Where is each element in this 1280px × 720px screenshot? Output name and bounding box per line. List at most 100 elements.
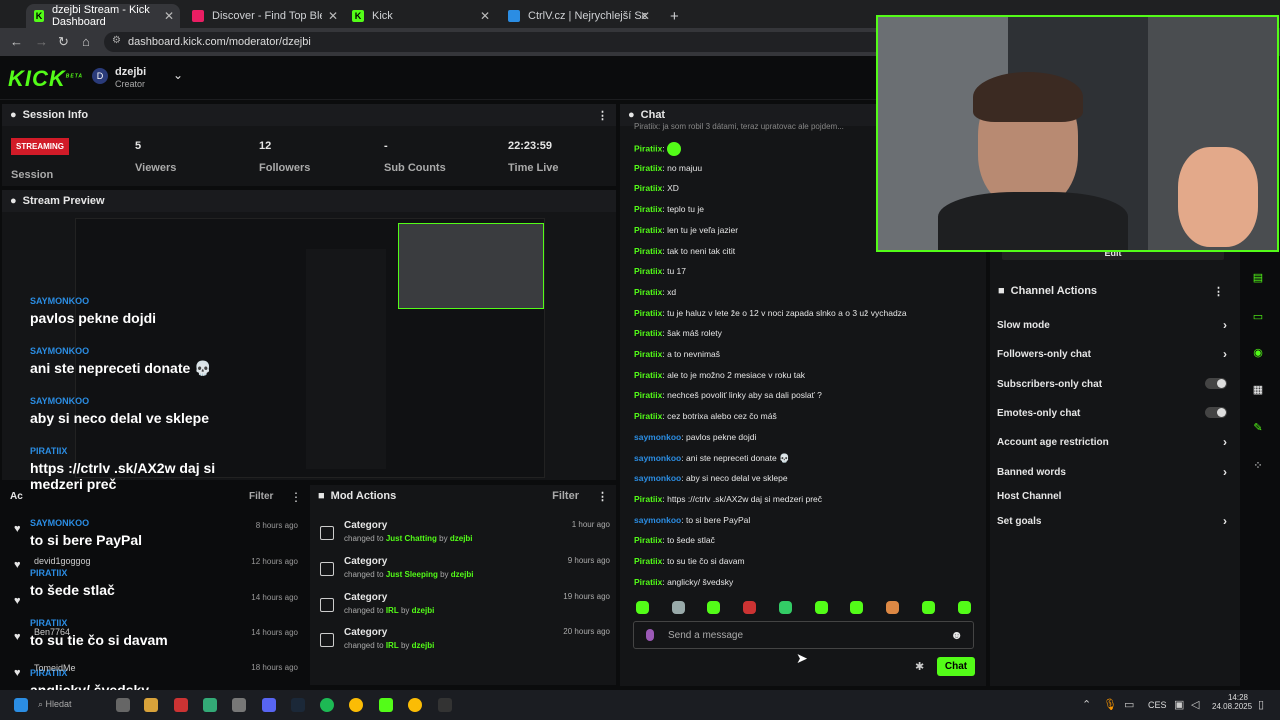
obs-icon[interactable] <box>438 698 452 712</box>
xbox-icon[interactable] <box>203 698 217 712</box>
settings-app-icon[interactable] <box>116 698 130 712</box>
chat-username[interactable]: saymonkoo <box>634 453 681 463</box>
microphone-icon[interactable] <box>646 629 654 641</box>
app-icon[interactable] <box>232 698 246 712</box>
steam-icon[interactable] <box>291 698 305 712</box>
emote-icon[interactable] <box>815 601 828 614</box>
set-goals-item[interactable]: Set goals › <box>997 514 1227 528</box>
discord-icon[interactable] <box>262 698 276 712</box>
activity-filter-button[interactable]: Filter <box>249 491 273 502</box>
avatar[interactable]: D <box>92 68 108 84</box>
detail-category[interactable]: Just Sleeping <box>386 570 438 579</box>
emote-icon[interactable] <box>886 601 899 614</box>
new-tab-icon[interactable]: + <box>662 4 682 28</box>
chat-username[interactable]: Piratiix <box>634 287 662 297</box>
broadcast-icon[interactable]: ◉ <box>1245 342 1271 364</box>
mod-filter-button[interactable]: Filter <box>552 490 579 502</box>
detail-user[interactable]: dzejbi <box>451 570 474 579</box>
forward-icon[interactable]: → <box>35 34 48 49</box>
emote-icon[interactable] <box>779 601 792 614</box>
detail-category[interactable]: IRL <box>386 606 399 615</box>
close-tab-icon[interactable]: ✕ <box>480 9 490 23</box>
chat-username[interactable]: Piratiix <box>634 183 662 193</box>
close-tab-icon[interactable]: ✕ <box>640 9 650 23</box>
host-channel-item[interactable]: Host Channel <box>997 491 1227 502</box>
kebab-menu-icon[interactable]: ⋮ <box>290 490 302 504</box>
file-explorer-icon[interactable] <box>144 698 158 712</box>
document-icon[interactable]: ▤ <box>1245 267 1271 289</box>
windows-start-icon[interactable] <box>14 698 28 712</box>
chat-username[interactable]: Piratiix <box>634 163 662 173</box>
apps-icon[interactable]: ⁘ <box>1245 455 1271 477</box>
url-input[interactable]: ⚙ dashboard.kick.com/moderator/dzejbi <box>104 32 884 52</box>
emote-icon[interactable] <box>743 601 756 614</box>
detail-user[interactable]: dzejbi <box>412 606 435 615</box>
detail-category[interactable]: Just Chatting <box>386 534 437 543</box>
kebab-menu-icon[interactable]: ⋮ <box>597 109 608 122</box>
layout-icon[interactable]: ▦ <box>1245 379 1271 401</box>
wrench-icon[interactable]: ✎ <box>1245 417 1271 439</box>
banned-words-item[interactable]: Banned words › <box>997 465 1227 479</box>
detail-user[interactable]: dzejbi <box>450 534 473 543</box>
chat-username[interactable]: Piratiix <box>634 390 662 400</box>
language-indicator[interactable]: CES <box>1148 700 1167 710</box>
chrome-icon[interactable] <box>349 698 363 712</box>
chat-username[interactable]: saymonkoo <box>634 515 681 525</box>
app-icon[interactable] <box>174 698 188 712</box>
chat-bubble-icon[interactable]: ▭ <box>1245 306 1271 328</box>
close-tab-icon[interactable]: ✕ <box>164 9 174 23</box>
chat-username[interactable]: Piratiix <box>634 577 662 587</box>
detail-user[interactable]: dzejbi <box>412 641 435 650</box>
chat-username[interactable]: Piratiix <box>634 225 662 235</box>
mic-tray-icon[interactable]: 🎙 <box>1103 698 1117 711</box>
kebab-menu-icon[interactable]: ⋮ <box>597 490 608 503</box>
chat-username[interactable]: Piratiix <box>634 266 662 276</box>
account-age-item[interactable]: Account age restriction › <box>997 435 1227 449</box>
chat-username[interactable]: Piratiix <box>634 556 662 566</box>
emote-icon[interactable] <box>672 601 685 614</box>
tab-kick-dashboard[interactable]: K dzejbi Stream - Kick Dashboard ✕ <box>26 4 180 28</box>
volume-icon[interactable]: ◁ <box>1191 698 1199 711</box>
chat-username[interactable]: Piratiix <box>634 535 662 545</box>
chat-username[interactable]: Piratiix <box>634 349 662 359</box>
tray-chevron-icon[interactable]: ⌃ <box>1082 698 1091 711</box>
chat-username[interactable]: Piratiix <box>634 204 662 214</box>
send-chat-button[interactable]: Chat <box>937 657 975 676</box>
emotes-only-toggle[interactable] <box>1205 407 1227 418</box>
taskbar-search[interactable]: ⌕ Hledat <box>38 699 72 710</box>
chat-username[interactable]: Piratiix <box>634 308 662 318</box>
followers-only-item[interactable]: Followers-only chat › <box>997 347 1227 361</box>
chat-username[interactable]: Piratiix <box>634 411 662 421</box>
kick-app-icon[interactable] <box>379 698 393 712</box>
tab-ctrlv[interactable]: CtrlV.cz | Nejrychlejší ScreenSh ✕ <box>500 4 656 28</box>
chat-username[interactable]: Piratiix <box>634 328 662 338</box>
subscribers-only-toggle[interactable] <box>1205 378 1227 389</box>
emote-icon[interactable] <box>636 601 649 614</box>
back-icon[interactable]: ← <box>10 34 23 49</box>
chevron-down-icon[interactable]: ⌄ <box>173 68 183 82</box>
emote-icon[interactable] <box>922 601 935 614</box>
chrome-active-icon[interactable] <box>408 698 422 712</box>
reload-icon[interactable]: ↻ <box>58 34 69 50</box>
tab-blerp[interactable]: Discover - Find Top Blerps, Stre ✕ <box>184 4 344 28</box>
kebab-menu-icon[interactable]: ⋮ <box>1213 285 1224 298</box>
close-tab-icon[interactable]: ✕ <box>328 9 338 23</box>
clock[interactable]: 14:28 24.08.2025 <box>1212 693 1252 711</box>
site-info-icon[interactable]: ⚙ <box>112 35 121 46</box>
tab-kick[interactable]: K Kick ✕ <box>344 4 496 28</box>
kick-logo[interactable]: KICKBETA <box>8 66 83 92</box>
chat-input[interactable]: Send a message ☻ <box>633 621 974 649</box>
slow-mode-item[interactable]: Slow mode › <box>997 318 1227 332</box>
chat-username[interactable]: Piratiix <box>634 143 662 153</box>
emote-icon[interactable] <box>707 601 720 614</box>
emoji-picker-icon[interactable]: ☻ <box>950 628 963 642</box>
chat-username[interactable]: saymonkoo <box>634 473 681 483</box>
keyboard-icon[interactable]: ▭ <box>1124 698 1134 711</box>
spotify-icon[interactable] <box>320 698 334 712</box>
emote-icon[interactable] <box>958 601 971 614</box>
network-icon[interactable]: ▣ <box>1174 698 1184 711</box>
chat-username[interactable]: saymonkoo <box>634 432 681 442</box>
chat-username[interactable]: Piratiix <box>634 246 662 256</box>
chat-username[interactable]: Piratiix <box>634 494 662 504</box>
notifications-icon[interactable]: ▯ <box>1258 698 1264 711</box>
